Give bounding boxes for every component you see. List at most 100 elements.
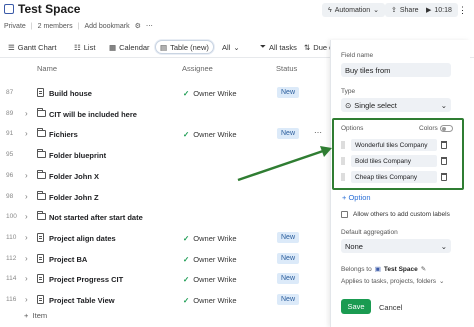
row-name[interactable]: Project align dates [49, 234, 116, 243]
assignee-name: Owner Wrike [193, 89, 237, 98]
expand-chevron-icon[interactable]: › [25, 171, 28, 180]
assignee-name: Owner Wrike [193, 254, 237, 264]
add-option-button[interactable]: + Option [342, 193, 371, 202]
row-name[interactable]: Folder John X [49, 172, 99, 181]
table-row[interactable]: 114 › Project Progress CIT ✓ Owner Wrike New [0, 269, 330, 289]
assignee-cell[interactable]: ✓ Owner Wrike [183, 275, 237, 284]
timer-button[interactable]: ▶ 10:18 [420, 3, 458, 17]
share-button[interactable]: ⇪ Share [385, 3, 425, 17]
row-name[interactable]: Folder John Z [49, 193, 99, 202]
tab-label: Table (new) [170, 42, 209, 52]
expand-chevron-icon[interactable]: › [25, 254, 28, 263]
type-label: Type [341, 88, 356, 95]
row-name[interactable]: Project Progress CIT [49, 275, 123, 284]
members-link[interactable]: 2 members [38, 23, 73, 30]
space-icon [4, 4, 14, 14]
row-name[interactable]: Not started after start date [49, 213, 143, 222]
row-name[interactable]: Project BA [49, 255, 87, 264]
gantt-icon: ☰ [8, 42, 15, 52]
row-name[interactable]: Fichiers [49, 130, 78, 139]
expand-chevron-icon[interactable]: › [25, 233, 28, 242]
status-badge[interactable]: New [277, 294, 300, 305]
table-row[interactable]: 116 › Project Table View ✓ Owner Wrike New [0, 290, 330, 310]
assignee-cell[interactable]: ✓ Owner Wrike [183, 296, 237, 305]
single-select-icon: ⊙ [345, 100, 352, 110]
views-dropdown[interactable]: All ⌄ [218, 40, 244, 54]
status-badge[interactable]: New [277, 273, 300, 285]
tab-gantt[interactable]: ☰ Gantt Chart [4, 40, 61, 54]
project-icon [37, 232, 44, 242]
row-number: 96 [6, 171, 14, 179]
status-badge[interactable]: New [277, 128, 300, 140]
add-item-button[interactable]: + Item [24, 311, 47, 320]
row-more-icon[interactable]: ⋯ [314, 128, 322, 137]
sort-icon: ⇅ [304, 42, 311, 52]
assignee-cell[interactable]: ✓ Owner Wrike [183, 130, 237, 139]
column-header-assignee[interactable]: Assignee [182, 64, 213, 73]
row-number: 116 [6, 296, 17, 303]
chevron-down-icon: ⌄ [440, 100, 447, 110]
assignee-cell[interactable]: ✓ Owner Wrike [183, 89, 237, 98]
row-name[interactable]: Project Table View [49, 296, 115, 305]
expand-chevron-icon[interactable]: › [25, 295, 28, 304]
expand-chevron-icon[interactable]: › [25, 212, 28, 221]
applies-dropdown[interactable]: Applies to tasks, projects, folders ⌄ [341, 277, 444, 286]
allow-custom-checkbox[interactable] [341, 211, 348, 218]
save-button[interactable]: Save [341, 299, 371, 314]
filter-button[interactable]: ⏷ All tasks [256, 40, 301, 54]
row-name[interactable]: CIT will be included here [49, 110, 137, 119]
gear-icon[interactable]: ⚙ [135, 22, 141, 30]
tab-list[interactable]: ☷ List [70, 40, 99, 54]
table-row[interactable]: 110 › Project align dates ✓ Owner Wrike New [0, 228, 330, 248]
row-name[interactable]: Build house [49, 89, 92, 98]
tab-table[interactable]: ▤ Table (new) [155, 40, 214, 54]
table-row[interactable]: 89 › CIT will be included here [0, 104, 330, 124]
folder-icon [37, 169, 46, 179]
folder-icon [37, 107, 46, 117]
type-select[interactable]: ⊙ Single select ⌄ [341, 98, 451, 112]
calendar-icon: ▦ [109, 42, 117, 52]
expand-chevron-icon[interactable]: › [25, 274, 28, 283]
more-menu-icon[interactable]: ⋮ [458, 5, 467, 16]
assignee-name: Owner Wrike [193, 275, 237, 285]
status-badge[interactable]: New [277, 231, 300, 243]
row-number: 114 [6, 275, 17, 283]
edit-icon[interactable]: ✎ [421, 265, 426, 273]
table-row[interactable]: 98 › Folder John Z [0, 187, 330, 207]
expand-chevron-icon[interactable]: › [25, 129, 28, 138]
assignee-name: Owner Wrike [193, 296, 237, 305]
field-name-input[interactable]: Buy tiles from [341, 63, 451, 77]
folder-icon [37, 128, 46, 138]
assignee-name: Owner Wrike [193, 130, 237, 140]
expand-chevron-icon[interactable]: › [25, 192, 28, 201]
table-icon: ▤ [160, 42, 168, 52]
automation-button[interactable]: ϟ Automation ⌄ [322, 3, 386, 17]
assignee-cell[interactable]: ✓ Owner Wrike [183, 255, 237, 264]
table-row[interactable]: 87 Build house ✓ Owner Wrike New [0, 83, 330, 103]
privacy-label: Private [4, 22, 26, 30]
status-badge[interactable]: New [277, 252, 300, 264]
annotation-arrow [237, 146, 332, 182]
tab-calendar[interactable]: ▦ Calendar [105, 40, 154, 54]
cancel-button[interactable]: Cancel [379, 303, 402, 312]
assignee-cell[interactable]: ✓ Owner Wrike [183, 234, 237, 243]
share-label: Share [399, 6, 419, 14]
add-bookmark-link[interactable]: Add bookmark [84, 23, 129, 30]
aggregation-select[interactable]: None ⌄ [341, 239, 451, 253]
row-number: 89 [6, 109, 14, 117]
expand-chevron-icon[interactable]: › [25, 109, 28, 118]
check-icon: ✓ [183, 296, 190, 305]
list-icon: ☷ [74, 42, 81, 52]
more-icon[interactable]: ⋯ [146, 22, 153, 30]
bolt-icon: ϟ [328, 6, 332, 14]
allow-custom-label: Allow others to add custom labels [353, 211, 450, 218]
table-row[interactable]: 112 › Project BA ✓ Owner Wrike New [0, 249, 330, 269]
column-header-status[interactable]: Status [276, 64, 297, 73]
row-number: 100 [6, 213, 17, 221]
status-badge[interactable]: New [277, 87, 300, 98]
table-row[interactable]: 100 › Not started after start date [0, 207, 330, 227]
row-name[interactable]: Folder blueprint [49, 151, 106, 160]
folder-icon [37, 190, 46, 200]
column-header-name[interactable]: Name [37, 64, 57, 73]
row-number: 91 [6, 130, 14, 138]
